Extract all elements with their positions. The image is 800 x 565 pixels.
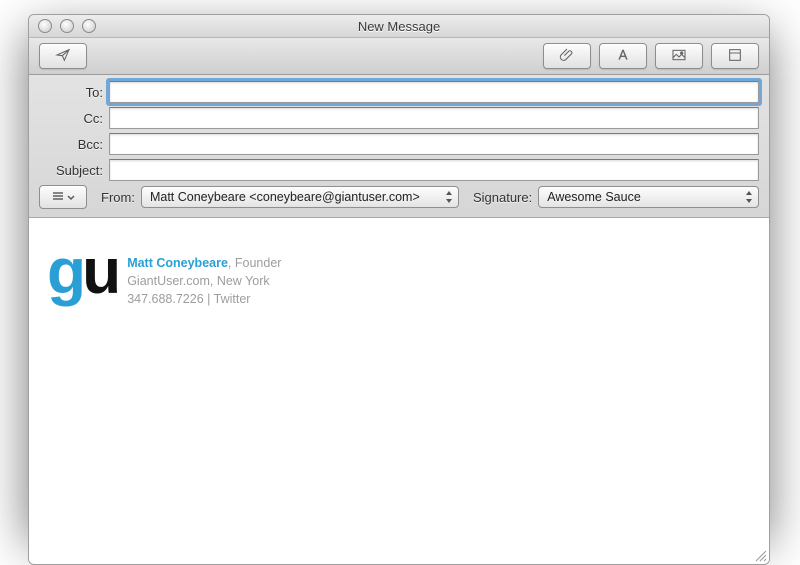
updown-icon [444, 189, 454, 205]
chevron-down-icon [67, 190, 75, 204]
stationery-button[interactable] [711, 43, 759, 69]
signature-company-link[interactable]: GiantUser.com [127, 274, 210, 288]
signature-value: Awesome Sauce [547, 190, 641, 204]
message-body[interactable]: gu Matt Coneybeare, Founder GiantUser.co… [29, 218, 769, 564]
signature-name[interactable]: Matt Coneybeare [127, 256, 228, 270]
photo-icon [670, 47, 688, 66]
resize-handle[interactable] [753, 548, 767, 562]
send-button[interactable] [39, 43, 87, 69]
subject-field[interactable] [109, 159, 759, 181]
signature-phone: 347.688.7226 [127, 292, 203, 306]
stationery-icon [726, 47, 744, 66]
from-value: Matt Coneybeare <coneybeare@giantuser.co… [150, 190, 420, 204]
from-label: From: [101, 190, 135, 205]
to-field[interactable] [109, 81, 759, 103]
toolbar [29, 38, 769, 75]
updown-icon [744, 189, 754, 205]
from-select[interactable]: Matt Coneybeare <coneybeare@giantuser.co… [141, 186, 459, 208]
signature-title: Founder [235, 256, 282, 270]
titlebar: New Message [29, 15, 769, 38]
signature-select[interactable]: Awesome Sauce [538, 186, 759, 208]
close-window-button[interactable] [38, 19, 52, 33]
attach-button[interactable] [543, 43, 591, 69]
list-icon [52, 190, 64, 204]
bcc-field[interactable] [109, 133, 759, 155]
header-menu-button[interactable] [39, 185, 87, 209]
paper-plane-icon [54, 47, 72, 66]
to-label: To: [39, 85, 109, 100]
compose-window: New Message [28, 14, 770, 565]
signature-block: gu Matt Coneybeare, Founder GiantUser.co… [47, 244, 751, 308]
paperclip-icon [558, 47, 576, 66]
photo-browser-button[interactable] [655, 43, 703, 69]
font-icon [614, 47, 632, 66]
signature-location: New York [217, 274, 270, 288]
signature-twitter-link[interactable]: Twitter [214, 292, 251, 306]
subject-label: Subject: [39, 163, 109, 178]
cc-label: Cc: [39, 111, 109, 126]
bcc-label: Bcc: [39, 137, 109, 152]
signature-logo: gu [47, 244, 117, 298]
signature-label: Signature: [473, 190, 532, 205]
zoom-window-button[interactable] [82, 19, 96, 33]
cc-field[interactable] [109, 107, 759, 129]
format-button[interactable] [599, 43, 647, 69]
window-title: New Message [29, 19, 769, 34]
minimize-window-button[interactable] [60, 19, 74, 33]
header-fields: To: Cc: Bcc: Subject: From: [29, 75, 769, 218]
